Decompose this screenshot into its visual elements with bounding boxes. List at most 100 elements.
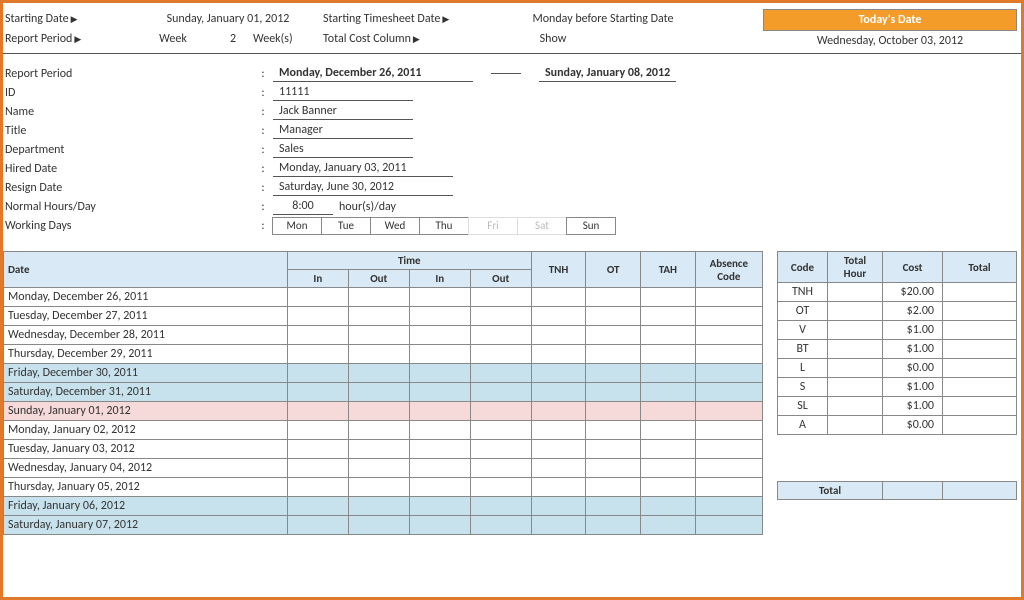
data-cell[interactable] [641, 326, 696, 345]
data-cell[interactable] [409, 345, 470, 364]
data-cell[interactable] [641, 440, 696, 459]
data-cell[interactable] [586, 288, 641, 307]
hour-cell[interactable] [828, 359, 883, 378]
cost-cell[interactable]: $0.00 [883, 359, 943, 378]
data-cell[interactable] [695, 421, 762, 440]
data-cell[interactable] [586, 345, 641, 364]
data-cell[interactable] [287, 307, 348, 326]
cost-cell[interactable]: $1.00 [883, 397, 943, 416]
data-cell[interactable] [531, 516, 586, 535]
data-cell[interactable] [586, 516, 641, 535]
data-cell[interactable] [470, 364, 531, 383]
data-cell[interactable] [641, 383, 696, 402]
data-cell[interactable] [348, 421, 409, 440]
starting-date-value[interactable]: Sunday, January 01, 2012 [133, 12, 323, 26]
data-cell[interactable] [287, 364, 348, 383]
data-cell[interactable] [641, 516, 696, 535]
data-cell[interactable] [470, 345, 531, 364]
data-cell[interactable] [470, 459, 531, 478]
data-cell[interactable] [531, 326, 586, 345]
data-cell[interactable] [641, 364, 696, 383]
data-cell[interactable] [409, 497, 470, 516]
data-cell[interactable] [695, 326, 762, 345]
data-cell[interactable] [586, 307, 641, 326]
info-dept-value[interactable]: Sales [273, 142, 413, 158]
day-cell[interactable]: Sat [517, 217, 567, 235]
cost-cell[interactable]: $20.00 [883, 283, 943, 302]
data-cell[interactable] [586, 326, 641, 345]
data-cell[interactable] [348, 307, 409, 326]
data-cell[interactable] [531, 497, 586, 516]
data-cell[interactable] [409, 326, 470, 345]
data-cell[interactable] [531, 364, 586, 383]
data-cell[interactable] [531, 402, 586, 421]
data-cell[interactable] [287, 421, 348, 440]
starting-ts-value[interactable]: Monday before Starting Date [493, 12, 713, 26]
data-cell[interactable] [586, 497, 641, 516]
report-period-value[interactable]: Week [133, 32, 213, 46]
hour-cell[interactable] [828, 340, 883, 359]
data-cell[interactable] [641, 345, 696, 364]
data-cell[interactable] [409, 478, 470, 497]
data-cell[interactable] [348, 478, 409, 497]
hour-cell[interactable] [828, 416, 883, 435]
data-cell[interactable] [348, 364, 409, 383]
data-cell[interactable] [531, 345, 586, 364]
cost-cell[interactable]: $0.00 [883, 416, 943, 435]
data-cell[interactable] [470, 421, 531, 440]
data-cell[interactable] [409, 421, 470, 440]
data-cell[interactable] [695, 516, 762, 535]
data-cell[interactable] [641, 421, 696, 440]
data-cell[interactable] [287, 516, 348, 535]
data-cell[interactable] [695, 345, 762, 364]
info-resign-value[interactable]: Saturday, June 30, 2012 [273, 180, 453, 196]
data-cell[interactable] [531, 307, 586, 326]
data-cell[interactable] [586, 364, 641, 383]
info-id-value[interactable]: 11111 [273, 85, 413, 101]
data-cell[interactable] [695, 402, 762, 421]
day-cell[interactable]: Tue [321, 217, 371, 235]
data-cell[interactable] [348, 288, 409, 307]
data-cell[interactable] [348, 402, 409, 421]
data-cell[interactable] [470, 402, 531, 421]
hour-cell[interactable] [828, 283, 883, 302]
data-cell[interactable] [531, 478, 586, 497]
data-cell[interactable] [695, 288, 762, 307]
info-name-value[interactable]: Jack Banner [273, 104, 413, 120]
day-cell[interactable]: Mon [272, 217, 322, 235]
data-cell[interactable] [409, 440, 470, 459]
info-hours-value[interactable]: 8:00 [273, 199, 333, 215]
data-cell[interactable] [641, 478, 696, 497]
report-period-num[interactable]: 2 [213, 32, 253, 46]
data-cell[interactable] [409, 459, 470, 478]
hour-cell[interactable] [828, 302, 883, 321]
data-cell[interactable] [695, 478, 762, 497]
info-hired-value[interactable]: Monday, January 03, 2011 [273, 161, 453, 177]
info-title-value[interactable]: Manager [273, 123, 413, 139]
data-cell[interactable] [695, 440, 762, 459]
data-cell[interactable] [470, 440, 531, 459]
day-cell[interactable]: Fri [468, 217, 518, 235]
data-cell[interactable] [287, 440, 348, 459]
data-cell[interactable] [470, 516, 531, 535]
hour-cell[interactable] [828, 378, 883, 397]
data-cell[interactable] [586, 402, 641, 421]
data-cell[interactable] [531, 421, 586, 440]
data-cell[interactable] [641, 288, 696, 307]
data-cell[interactable] [531, 288, 586, 307]
day-cell[interactable]: Thu [419, 217, 469, 235]
data-cell[interactable] [287, 288, 348, 307]
data-cell[interactable] [348, 326, 409, 345]
cost-cell[interactable]: $1.00 [883, 378, 943, 397]
data-cell[interactable] [695, 364, 762, 383]
data-cell[interactable] [695, 307, 762, 326]
data-cell[interactable] [695, 383, 762, 402]
data-cell[interactable] [695, 459, 762, 478]
day-cell[interactable]: Sun [566, 217, 616, 235]
data-cell[interactable] [287, 497, 348, 516]
data-cell[interactable] [409, 288, 470, 307]
data-cell[interactable] [470, 307, 531, 326]
data-cell[interactable] [409, 383, 470, 402]
data-cell[interactable] [695, 497, 762, 516]
cost-cell[interactable]: $1.00 [883, 340, 943, 359]
